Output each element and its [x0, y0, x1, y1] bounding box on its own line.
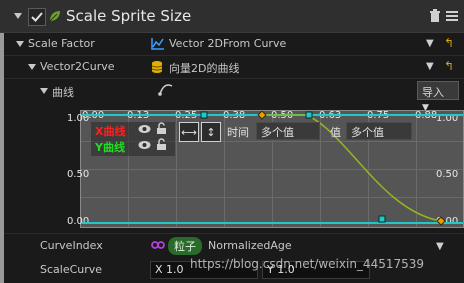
particles-badge: 粒子 — [168, 237, 202, 255]
curve-key-diamond — [257, 111, 267, 120]
database-icon — [151, 60, 163, 77]
curve-label: 曲线 — [52, 86, 74, 99]
curve-index-value[interactable]: NormalizedAge — [208, 239, 292, 252]
reset-arrow-icon[interactable]: ↰ — [444, 59, 454, 73]
legend-x-label: X曲线 — [95, 125, 126, 138]
vector2curve-label: Vector2Curve — [40, 60, 115, 73]
chevron-down-icon[interactable]: ▼ — [426, 61, 434, 72]
curve-editor[interactable]: 0.00 0.13 0.25 0.38 0.50 0.63 0.75 0.88 … — [67, 110, 464, 228]
chevron-down-icon[interactable]: ▼ — [426, 38, 434, 49]
import-label: 导入 — [422, 86, 444, 99]
vector2curve-value[interactable]: 向量2D的曲线 — [169, 60, 239, 76]
curve-add-key-icon[interactable] — [158, 82, 174, 99]
scale-factor-label: Scale Factor — [28, 37, 95, 50]
lock-icon[interactable] — [156, 122, 167, 138]
row-divider — [4, 78, 464, 79]
value-field[interactable]: 多个值 — [346, 122, 412, 140]
menu-icon[interactable] — [446, 10, 458, 25]
fit-horizontal-icon: ⟷ — [181, 125, 197, 139]
row-divider — [4, 55, 464, 56]
curve-icon — [151, 37, 165, 53]
time-field[interactable]: 多个值 — [256, 122, 320, 140]
expand-arrow-icon[interactable] — [16, 41, 24, 47]
module-title: Scale Sprite Size — [66, 7, 192, 25]
expand-arrow-icon[interactable] — [28, 64, 36, 70]
check-icon — [31, 12, 43, 22]
fit-horizontal-button[interactable]: ⟷ — [179, 122, 199, 142]
curve-index-label: CurveIndex — [40, 239, 103, 252]
legend-y-label: Y曲线 — [95, 141, 125, 154]
watermark-text: https://blog.csdn.net/weixin_44517539 — [190, 257, 425, 271]
eye-icon[interactable] — [138, 140, 151, 153]
enable-checkbox[interactable] — [28, 8, 46, 26]
fit-vertical-icon: ↕ — [206, 125, 216, 139]
expand-arrow-icon[interactable] — [40, 88, 48, 94]
curve-key-point — [378, 215, 386, 223]
row-divider — [4, 233, 464, 234]
link-icon — [151, 239, 165, 254]
lock-icon[interactable] — [156, 138, 167, 154]
scale-factor-value[interactable]: Vector 2DFrom Curve — [169, 37, 286, 50]
fit-vertical-button[interactable]: ↕ — [201, 122, 221, 142]
value-label: 值 — [330, 126, 341, 139]
collapse-arrow-icon[interactable] — [14, 13, 22, 19]
import-button[interactable]: 导入 ▼ — [417, 81, 459, 113]
scale-curve-label: ScaleCurve — [40, 263, 103, 276]
reset-arrow-icon[interactable]: ↰ — [444, 36, 454, 50]
trash-icon[interactable] — [429, 9, 441, 26]
curve-key-point — [305, 111, 313, 119]
left-accent-bar — [0, 0, 4, 283]
curve-key-point — [200, 111, 208, 119]
eye-icon[interactable] — [138, 124, 151, 137]
chevron-down-icon[interactable]: ▼ — [436, 241, 444, 252]
time-label: 时间 — [227, 126, 249, 139]
leaf-icon — [48, 9, 62, 26]
